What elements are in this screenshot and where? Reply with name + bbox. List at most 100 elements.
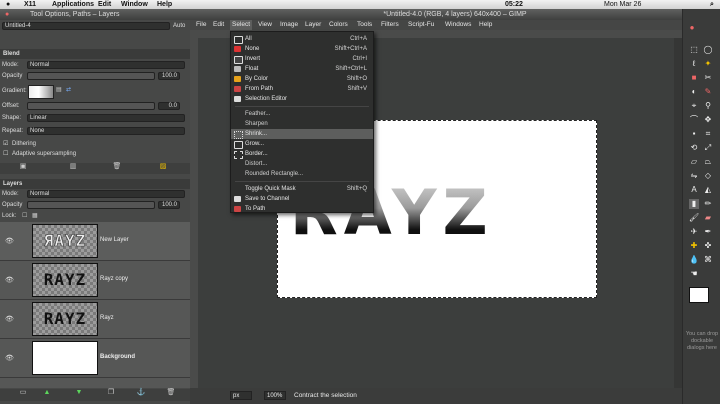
- menu-view[interactable]: View: [258, 20, 272, 30]
- opacity-spin[interactable]: 100.0: [158, 72, 180, 80]
- swap-arrows-icon[interactable]: ⇄: [66, 85, 71, 95]
- reset-options-icon[interactable]: ▨: [158, 163, 168, 171]
- pencil-icon[interactable]: ✏: [703, 199, 713, 209]
- blend-icon[interactable]: ▮: [689, 199, 699, 209]
- clone-icon[interactable]: ✚: [689, 241, 699, 251]
- auto-button[interactable]: Auto: [173, 21, 185, 31]
- layer-name[interactable]: New Layer: [100, 237, 129, 243]
- delete-options-icon[interactable]: 🗑: [112, 163, 122, 171]
- paths-icon[interactable]: ✎: [703, 87, 713, 97]
- adaptive-checkbox[interactable]: ☐: [3, 149, 8, 159]
- save-options-icon[interactable]: ▣: [18, 163, 28, 171]
- menu-item-invert[interactable]: Invert Ctrl+I: [231, 54, 373, 64]
- mode-select[interactable]: Normal: [27, 61, 185, 69]
- foreground-color-swatch[interactable]: [689, 287, 709, 303]
- layers-opacity-slider[interactable]: [27, 201, 155, 209]
- foreground-select-icon[interactable]: ◐: [689, 87, 699, 97]
- raise-layer-icon[interactable]: ▲: [42, 389, 52, 397]
- perspective-icon[interactable]: ⏢: [703, 157, 713, 167]
- layer-row[interactable]: 👁 ЯAYZ New Layer: [0, 222, 190, 261]
- reverse-icon[interactable]: ▤: [56, 85, 62, 95]
- select-by-color-icon[interactable]: ■: [689, 73, 699, 83]
- lock-pixels-checkbox[interactable]: ☐: [22, 211, 27, 221]
- repeat-select[interactable]: None: [27, 127, 185, 135]
- image-select[interactable]: Untitled-4: [2, 22, 170, 30]
- vertical-scrollbar[interactable]: [674, 38, 682, 397]
- menu-item-distort[interactable]: Distort...: [231, 159, 373, 169]
- eye-icon[interactable]: 👁: [5, 237, 14, 245]
- cage-icon[interactable]: ◇: [703, 171, 713, 181]
- menu-item-by-color[interactable]: By Color Shift+O: [231, 74, 373, 84]
- menu-item-feather[interactable]: Feather...: [231, 109, 373, 119]
- duplicate-layer-icon[interactable]: ❐: [106, 389, 116, 397]
- eye-icon[interactable]: 👁: [5, 354, 14, 362]
- layer-name[interactable]: Rayz copy: [100, 276, 128, 282]
- layers-mode-select[interactable]: Normal: [27, 190, 185, 198]
- close-icon[interactable]: ●: [5, 9, 9, 20]
- zoom-select[interactable]: 100%: [264, 391, 286, 400]
- menubar-window[interactable]: Window: [121, 0, 148, 9]
- gradient-preview[interactable]: [28, 85, 54, 99]
- layer-name[interactable]: Rayz: [100, 315, 114, 321]
- offset-slider[interactable]: [27, 102, 155, 110]
- menubar-applications[interactable]: Applications: [52, 0, 94, 9]
- rotate-icon[interactable]: ⟲: [689, 143, 699, 153]
- text-icon[interactable]: A: [689, 185, 699, 195]
- menu-image[interactable]: Image: [280, 20, 298, 30]
- menu-item-none[interactable]: None Shift+Ctrl+A: [231, 44, 373, 54]
- ink-icon[interactable]: ✒: [703, 227, 713, 237]
- unit-select[interactable]: px: [230, 391, 252, 400]
- menubar-edit[interactable]: Edit: [98, 0, 111, 9]
- menu-file[interactable]: File: [196, 20, 206, 30]
- lock-alpha-icon[interactable]: ▦: [32, 211, 38, 221]
- menu-select[interactable]: Select: [230, 20, 253, 30]
- lower-layer-icon[interactable]: ▼: [74, 389, 84, 397]
- airbrush-icon[interactable]: ✈: [689, 227, 699, 237]
- eye-icon[interactable]: 👁: [5, 315, 14, 323]
- layer-row[interactable]: 👁 RAYZ Rayz: [0, 300, 190, 339]
- bucket-fill-icon[interactable]: ◭: [703, 185, 713, 195]
- smudge-icon[interactable]: 💧: [689, 255, 699, 265]
- eye-icon[interactable]: 👁: [5, 276, 14, 284]
- close-icon[interactable]: ●: [687, 23, 697, 33]
- apple-icon[interactable]: ●: [6, 0, 10, 9]
- restore-options-icon[interactable]: ▥: [68, 163, 78, 171]
- menubar-help[interactable]: Help: [157, 0, 172, 9]
- measure-icon[interactable]: ⌒: [689, 115, 699, 125]
- menu-windows[interactable]: Windows: [445, 20, 471, 30]
- zoom-icon[interactable]: ⚲: [703, 101, 713, 111]
- menu-item-save-to-channel[interactable]: Save to Channel: [231, 194, 373, 204]
- move-icon[interactable]: ✥: [703, 115, 713, 125]
- opacity-slider[interactable]: [27, 72, 155, 80]
- align-icon[interactable]: ▪: [689, 129, 699, 139]
- dodge-burn-icon[interactable]: ☚: [689, 269, 699, 279]
- menu-item-border[interactable]: Border...: [231, 149, 373, 159]
- blur-icon[interactable]: ⌘: [703, 255, 713, 265]
- layer-name[interactable]: Background: [100, 354, 135, 360]
- menu-colors[interactable]: Colors: [329, 20, 348, 30]
- spotlight-icon[interactable]: ⌕: [710, 0, 714, 9]
- layer-row[interactable]: 👁 RAYZ Rayz copy: [0, 261, 190, 300]
- menu-item-from-path[interactable]: From Path Shift+V: [231, 84, 373, 94]
- menu-help[interactable]: Help: [479, 20, 492, 30]
- anchor-layer-icon[interactable]: ⚓: [136, 389, 146, 397]
- scissors-icon[interactable]: ✂: [703, 73, 713, 83]
- eraser-icon[interactable]: ▰: [703, 213, 713, 223]
- layers-opacity-spin[interactable]: 100.0: [158, 201, 180, 209]
- menu-item-rounded-rectangle[interactable]: Rounded Rectangle...: [231, 169, 373, 179]
- heal-icon[interactable]: ✜: [703, 241, 713, 251]
- crop-icon[interactable]: ⌗: [703, 129, 713, 139]
- menu-item-to-path[interactable]: To Path: [231, 204, 373, 214]
- menu-item-all[interactable]: All Ctrl+A: [231, 34, 373, 44]
- ellipse-select-icon[interactable]: ◯: [703, 45, 713, 55]
- menu-layer[interactable]: Layer: [305, 20, 321, 30]
- menu-item-sharpen[interactable]: Sharpen: [231, 119, 373, 129]
- menu-edit[interactable]: Edit: [213, 20, 224, 30]
- new-layer-icon[interactable]: ▭: [18, 389, 28, 397]
- menu-item-shrink[interactable]: Shrink...: [231, 129, 373, 139]
- fuzzy-select-icon[interactable]: ✦: [703, 59, 713, 69]
- paintbrush-icon[interactable]: 🖌: [689, 213, 699, 223]
- dithering-checkbox[interactable]: ☑: [3, 139, 8, 149]
- menu-item-toggle-quick-mask[interactable]: Toggle Quick Mask Shift+Q: [231, 184, 373, 194]
- menu-item-grow[interactable]: Grow...: [231, 139, 373, 149]
